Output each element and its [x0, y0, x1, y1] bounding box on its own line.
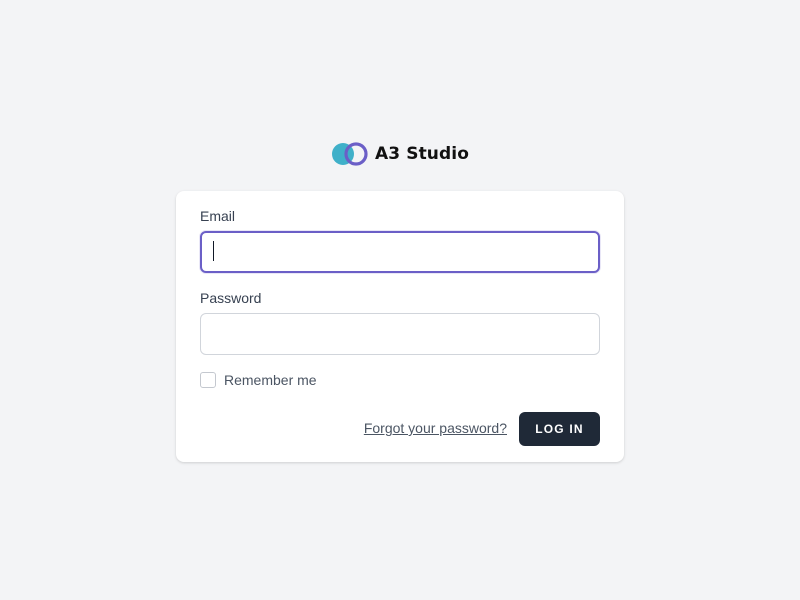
- text-caret: [213, 241, 214, 261]
- logo-icon: [332, 142, 368, 166]
- forgot-password-link[interactable]: Forgot your password?: [364, 420, 507, 436]
- login-card: Email Password Remember me Forgot your p…: [176, 191, 624, 462]
- email-input[interactable]: [200, 231, 600, 273]
- password-input[interactable]: [200, 313, 600, 355]
- brand-name: A3 Studio: [375, 144, 469, 164]
- remember-me-label: Remember me: [224, 372, 317, 388]
- password-label: Password: [200, 290, 262, 306]
- email-label: Email: [200, 208, 236, 224]
- remember-me-toggle[interactable]: Remember me: [200, 372, 317, 388]
- remember-me-checkbox[interactable]: [200, 372, 216, 388]
- login-button[interactable]: LOG IN: [519, 412, 600, 446]
- brand-header: A3 Studio: [0, 140, 800, 168]
